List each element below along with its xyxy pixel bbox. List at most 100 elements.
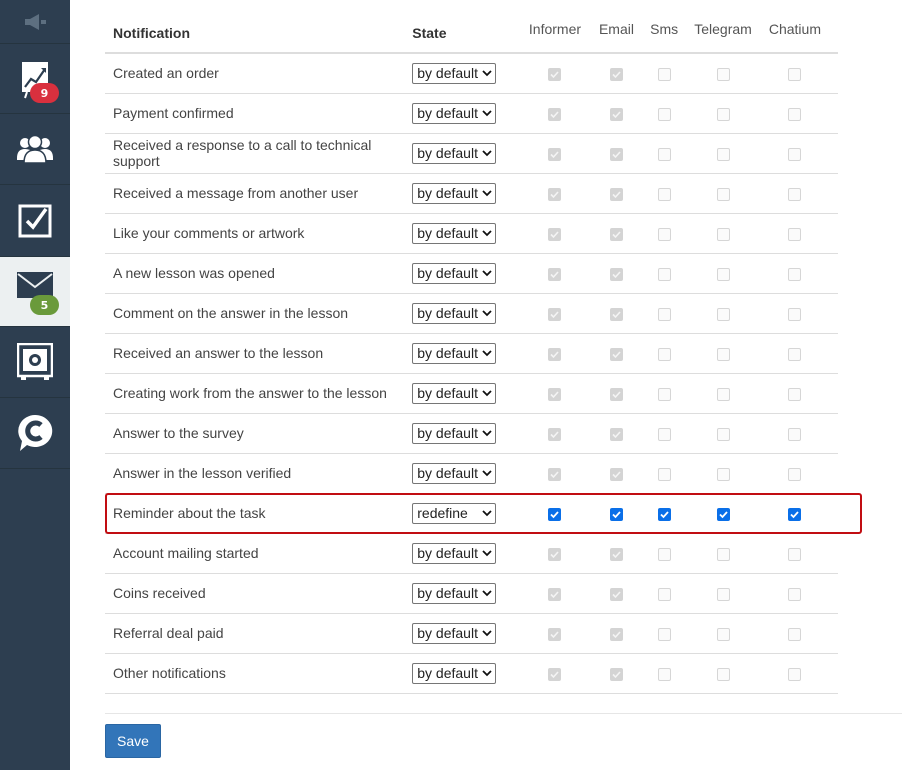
sidebar-item-announcements[interactable] [0,0,70,44]
state-select-value: by default [417,425,478,441]
chevron-down-icon [482,109,492,116]
checkbox-sms [657,267,671,281]
state-select[interactable]: by default [412,182,497,204]
state-select-value: redefine [417,505,468,521]
checkbox-sms[interactable] [657,507,671,521]
state-select[interactable]: by default [412,462,497,484]
checkbox-chatium[interactable] [788,507,802,521]
state-select-value: by default [417,65,478,82]
state-select[interactable]: redefine [412,502,497,524]
table-row: Referral deal paid by default [105,613,838,653]
table-header-row: Notification State Informer Email Sms Te… [105,13,838,53]
checkbox-icon [18,204,52,237]
chevron-down-icon [482,229,492,236]
notification-name: Answer to the survey [113,425,244,441]
checkbox-informer [548,547,562,561]
checkbox-sms [657,547,671,561]
state-select[interactable]: by default [412,62,497,84]
checkbox-chatium [788,147,802,161]
checkbox-informer[interactable] [548,507,562,521]
chevron-down-icon [482,589,492,596]
checkbox-sms [657,667,671,681]
checkbox-sms [657,187,671,201]
state-select[interactable]: by default [412,222,497,244]
chevron-down-icon [482,269,492,276]
checkbox-informer [548,667,562,681]
state-select[interactable]: by default [412,142,497,164]
checkbox-email [609,547,623,561]
state-select[interactable]: by default [412,662,497,684]
state-select[interactable]: by default [412,342,497,364]
checkbox-chatium [788,587,802,601]
table-row: Received a message from another user by d… [105,173,838,213]
state-select[interactable]: by default [412,302,497,324]
state-select[interactable]: by default [412,382,497,404]
header-notification: Notification [113,24,190,41]
table-row: Creating work from the answer to the les… [105,373,838,413]
state-select-value: by default [417,665,478,681]
header-email: Email [598,21,634,37]
table-row: Answer to the survey by default [105,413,838,453]
table-row: Payment confirmed by default [105,93,838,133]
checkbox-informer [548,187,562,201]
checkbox-chatium [788,227,802,241]
checkbox-informer [548,68,562,82]
checkbox-telegram [716,267,730,281]
checkbox-telegram [716,347,730,361]
chevron-down-icon [482,669,492,676]
state-select-value: by default [417,345,478,361]
checkbox-telegram [716,427,730,441]
table-row: Created an order by default [105,53,838,93]
chevron-down-icon [482,509,492,516]
state-select[interactable]: by default [412,262,497,284]
state-select-value: by default [417,625,478,641]
save-button[interactable]: Save [105,724,161,758]
checkbox-email [609,107,623,121]
checkbox-telegram [716,68,730,82]
sidebar-item-tasks[interactable] [0,185,70,257]
table-row: Answer in the lesson verified by default [105,453,838,493]
notification-name: Payment confirmed [113,105,234,121]
checkbox-chatium [788,547,802,561]
checkbox-sms [657,307,671,321]
sidebar-item-messages[interactable]: 5 [0,257,70,327]
checkbox-email [609,467,623,481]
checkbox-email[interactable] [609,507,623,521]
checkbox-telegram [716,667,730,681]
state-select[interactable]: by default [412,102,497,124]
checkbox-telegram[interactable] [716,507,730,521]
checkbox-telegram [716,587,730,601]
form-footer [105,713,902,714]
state-select[interactable]: by default [412,582,497,604]
chevron-down-icon [482,429,492,436]
chevron-down-icon [482,189,492,196]
notification-name: Answer in the lesson verified [113,465,292,481]
notification-name: Coins received [113,585,206,601]
state-select[interactable]: by default [412,542,497,564]
sidebar: 9 5 [0,0,70,770]
checkbox-sms [657,427,671,441]
state-select-value: by default [417,465,478,481]
sidebar-item-stats[interactable]: 9 [0,44,70,114]
checkbox-email [609,68,623,82]
notification-table: Notification State Informer Email Sms Te… [105,13,838,694]
sidebar-item-chatium[interactable] [0,398,70,469]
state-select[interactable]: by default [412,422,497,444]
checkbox-chatium [788,427,802,441]
checkbox-email [609,307,623,321]
checkbox-email [609,587,623,601]
checkbox-email [609,267,623,281]
checkbox-sms [657,147,671,161]
checkbox-sms [657,627,671,641]
checkbox-telegram [716,387,730,401]
table-row: Reminder about the task redefine [105,493,838,533]
sidebar-item-safe[interactable] [0,327,70,398]
checkbox-telegram [716,547,730,561]
state-select[interactable]: by default [412,622,497,644]
sidebar-item-users[interactable] [0,114,70,185]
checkbox-email [609,147,623,161]
notification-name: Referral deal paid [113,625,224,641]
state-select-value: by default [417,145,478,161]
checkbox-informer [548,227,562,241]
megaphone-icon [25,13,46,30]
